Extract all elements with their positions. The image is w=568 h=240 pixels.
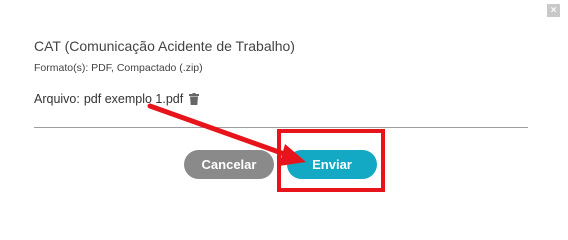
close-icon: × (550, 5, 557, 16)
file-label: Arquivo: (34, 92, 80, 106)
file-row: Arquivo: pdf exemplo 1.pdf (34, 92, 200, 106)
close-button[interactable]: × (547, 4, 560, 17)
send-button[interactable]: Enviar (287, 150, 377, 179)
divider (34, 127, 528, 128)
trash-icon[interactable] (189, 93, 200, 105)
cancel-button[interactable]: Cancelar (184, 150, 274, 179)
file-name: pdf exemplo 1.pdf (83, 92, 184, 106)
dialog-title: CAT (Comunicação Acidente de Trabalho) (34, 38, 295, 54)
accepted-formats: Formato(s): PDF, Compactado (.zip) (34, 62, 203, 74)
